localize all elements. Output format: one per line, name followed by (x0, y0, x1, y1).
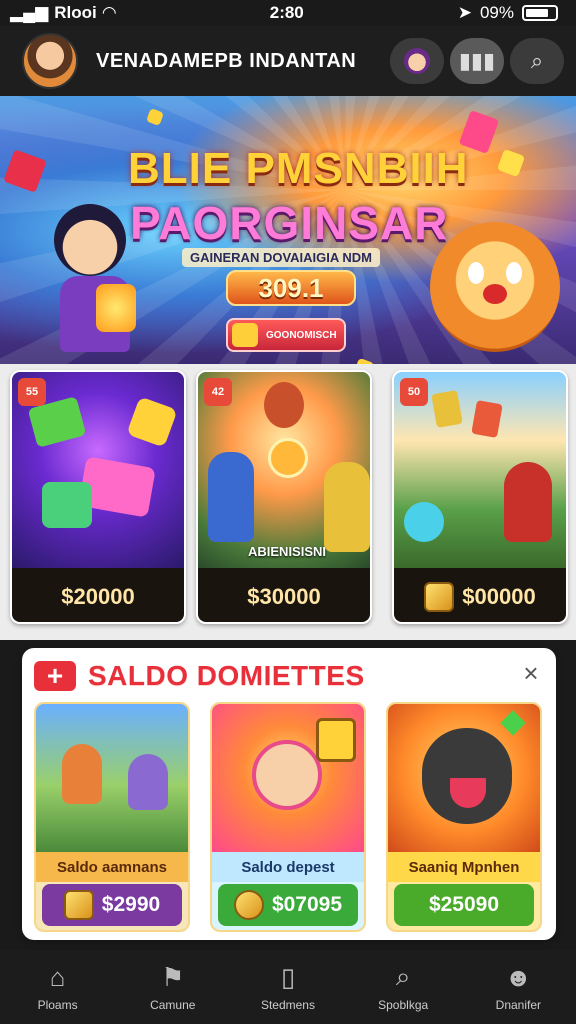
offer-price: $07095 (271, 893, 343, 916)
hero-title-secondary: PAORGINSAR (130, 197, 449, 249)
card-price-bar: $20000 (12, 568, 184, 622)
card-tag: 50 (400, 378, 428, 406)
gift-icon (232, 323, 258, 347)
coin-icon (63, 890, 94, 920)
offer-name: Saldo aamnans (36, 852, 188, 882)
nav-item-home[interactable]: ⌂ Ploams (3, 961, 113, 1013)
offer-name: Saldo depest (212, 852, 364, 882)
offer-price-bar: $2990 (42, 884, 182, 926)
promo-panel: + SALDO DOMIETTES × Saldo aamnans $2990 … (22, 648, 556, 940)
product-card[interactable]: 42 ABIENISISNI $30000 (196, 370, 372, 624)
wifi-icon: ◠ (102, 3, 116, 22)
hero-amount-badge: 309.1 (226, 270, 356, 306)
promo-title: SALDO DOMIETTES (88, 660, 365, 691)
offer-card[interactable]: Saldo aamnans $2990 (34, 702, 190, 932)
offer-price: $2990 (101, 893, 161, 916)
card-price: $30000 (247, 584, 321, 609)
nav-item-search[interactable]: ⌕ Spoblkga (348, 961, 458, 1012)
nav-label: Stedmens (260, 998, 315, 1012)
nav-label: Spoblkga (378, 998, 429, 1012)
product-card[interactable]: 55 $20000 (10, 370, 186, 624)
card-icon: ▯ (280, 961, 296, 992)
hero-cta-button[interactable]: GOONOMISCH (226, 318, 346, 352)
coin-icon (233, 890, 264, 920)
nav-item-cards[interactable]: ▯ Stedmens (233, 961, 343, 1013)
card-price: $20000 (61, 584, 135, 609)
mascot-illustration (430, 222, 560, 352)
plus-icon: + (34, 661, 76, 691)
offer-card[interactable]: Saldo depest $07095 (210, 702, 366, 932)
flag-icon: ⚑ (161, 961, 185, 992)
offer-card[interactable]: Saaniq Mpnhen $25090 (386, 702, 542, 932)
profile-switch-button[interactable] (390, 38, 444, 84)
status-time: 2:80 (269, 3, 304, 22)
avatar[interactable] (22, 33, 78, 89)
battery-percent: 09% (479, 3, 514, 22)
nav-item-profile[interactable]: ☻ Dnanifer (463, 961, 573, 1013)
bottom-nav: ⌂ Ploams ⚑ Camune ▯ Stedmens ⌕ Spoblkga … (0, 950, 576, 1024)
character-icon (404, 48, 430, 74)
carrier-name: Rlooi (54, 3, 97, 22)
search-icon: ⌕ (395, 961, 411, 991)
battery-icon (522, 5, 558, 21)
offer-name: Saaniq Mpnhen (388, 852, 540, 882)
card-price: $00000 (462, 584, 536, 609)
card-caption: ABIENISISNI (248, 544, 327, 559)
location-icon: ➤ (457, 3, 472, 22)
hero-subtitle: GAINERAN DOVAIAIGIA NDM (182, 248, 380, 267)
hero-amount: 309.1 (258, 272, 324, 303)
close-icon[interactable]: × (518, 660, 544, 686)
coin-icon (424, 582, 455, 612)
search-button[interactable]: ⌕ (510, 38, 564, 84)
nav-label: Camune (150, 998, 196, 1012)
bar-chart-icon: ▮▮▮ (458, 48, 496, 73)
offer-price-bar: $25090 (394, 884, 534, 926)
featured-cards: 55 $20000 42 ABIENISISNI $30000 50 $0000… (0, 364, 576, 640)
offer-artwork (36, 704, 188, 852)
search-icon: ⌕ (530, 48, 544, 73)
offer-price: $25090 (428, 893, 500, 916)
page-title: VENADAMEPB INDANTAN (96, 49, 357, 72)
card-tag: 55 (18, 378, 46, 406)
card-tag: 42 (204, 378, 232, 406)
app-header: VENADAMEPB INDANTAN ▮▮▮ ⌕ (0, 26, 576, 96)
nav-label: Dnanifer (495, 998, 542, 1012)
stats-button[interactable]: ▮▮▮ (450, 38, 504, 84)
status-bar: ▂▄▆ Rlooi ◠ 2:80 ➤ 09% (0, 0, 576, 26)
hero-title: BLIE PMSNBIIH (128, 144, 469, 193)
nav-item-games[interactable]: ⚑ Camune (118, 961, 228, 1013)
offer-artwork (388, 704, 540, 852)
profile-icon: ☻ (504, 961, 533, 992)
signal-icon: ▂▄▆ (10, 3, 49, 22)
nav-label: Ploams (37, 998, 78, 1012)
hero-cta-label: GOONOMISCH (266, 329, 337, 341)
offer-artwork (212, 704, 364, 852)
product-card[interactable]: 50 $00000 (392, 370, 568, 624)
card-price-bar: $00000 (394, 568, 566, 622)
offer-price-bar: $07095 (218, 884, 358, 926)
home-icon: ⌂ (49, 961, 66, 992)
card-price-bar: $30000 (198, 568, 370, 622)
